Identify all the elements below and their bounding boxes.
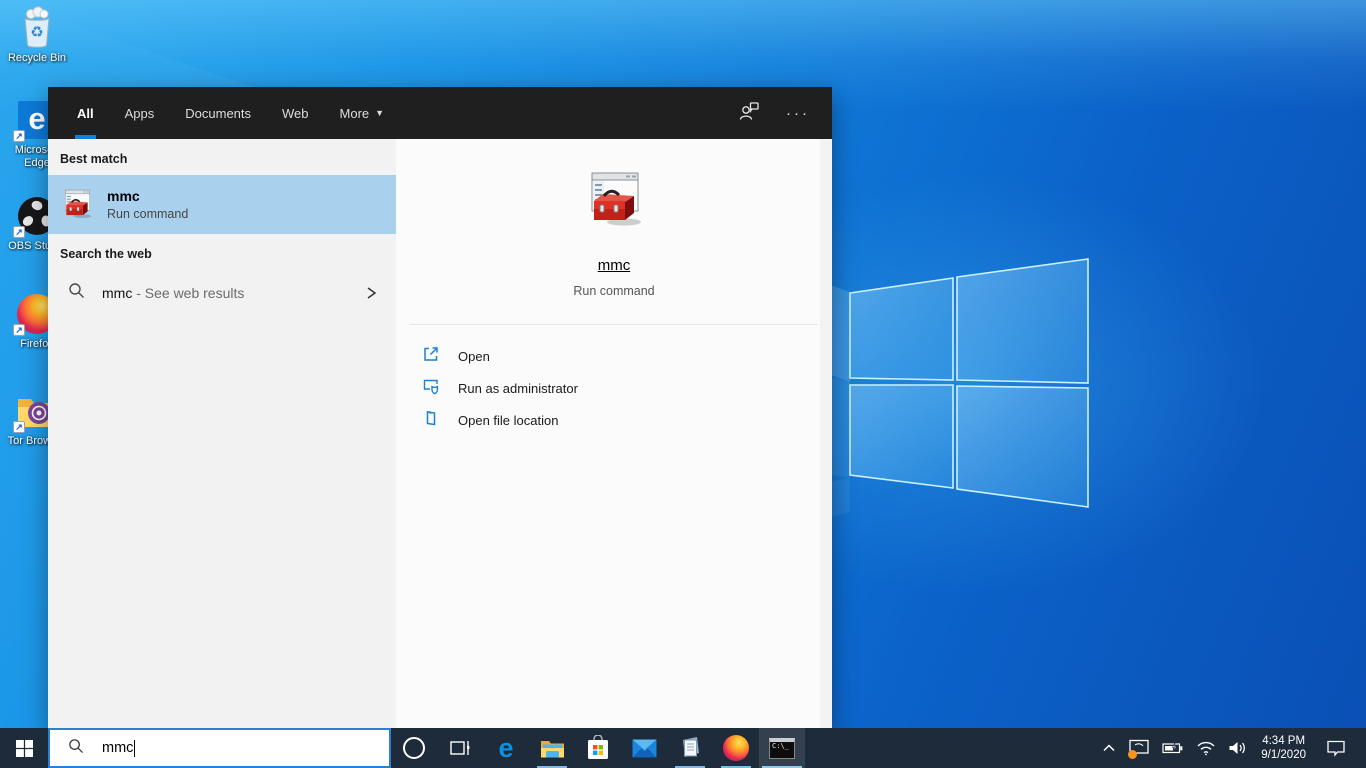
speaker-icon (1229, 742, 1246, 754)
best-match-subtitle: Run command (107, 207, 189, 221)
preview-subtitle: Run command (573, 284, 655, 298)
recycle-bin-icon: ♻ (5, 6, 69, 50)
chevron-right-icon[interactable] (364, 284, 378, 302)
best-match-section-label: Best match (60, 152, 128, 166)
text-caret (134, 739, 136, 757)
action-center-button[interactable] (1314, 728, 1358, 768)
scrollbar-track[interactable] (820, 139, 832, 728)
cortana-icon (403, 737, 425, 759)
file-explorer-icon (540, 740, 564, 757)
mmc-app-icon-large (582, 169, 646, 233)
more-options-icon[interactable]: ··· (786, 105, 810, 122)
tray-show-hidden-icons[interactable] (1096, 728, 1122, 768)
firefox-icon (723, 735, 749, 761)
web-search-suffix: - See web results (136, 285, 245, 301)
best-match-result-mmc[interactable]: mmc Run command (48, 175, 396, 234)
web-search-query: mmc (102, 285, 133, 301)
clock-time: 4:34 PM (1262, 735, 1306, 747)
taskbar-clock[interactable]: 4:34 PM 9/1/2020 (1253, 734, 1314, 762)
search-results-list: Best match mmc Run command Search the we… (48, 139, 396, 728)
taskbar-search-box[interactable]: mmc (48, 728, 391, 768)
search-input-value: mmc (102, 740, 134, 756)
desktop-icon-label: Recycle Bin (7, 52, 67, 64)
tab-documents[interactable]: Documents (183, 87, 253, 139)
user-account-icon[interactable] (738, 101, 760, 126)
tab-web[interactable]: Web (280, 87, 311, 139)
battery-charging-icon (1162, 742, 1183, 754)
tab-more[interactable]: More ▼ (338, 87, 387, 139)
desktop-screen: ♻ Recycle Bin e ↗ Microsoft Edge ↗ OBS S… (0, 0, 1366, 768)
desktop-icon-recycle-bin[interactable]: ♻ Recycle Bin (5, 6, 69, 65)
action-open-file-location[interactable]: Open file location (422, 404, 832, 436)
shortcut-arrow-icon: ↗ (13, 324, 25, 336)
action-run-as-administrator[interactable]: Run as administrator (422, 372, 832, 404)
mmc-app-icon (60, 188, 94, 222)
windows-logo-icon (15, 739, 33, 757)
tray-wifi-icon[interactable] (1190, 728, 1222, 768)
start-search-panel: All Apps Documents Web More ▼ ··· Best m… (48, 87, 832, 728)
wifi-icon (1197, 741, 1215, 756)
search-filter-tabs: All Apps Documents Web More ▼ (75, 87, 386, 139)
svg-text:♻: ♻ (30, 24, 43, 41)
start-button[interactable] (0, 728, 48, 768)
result-preview-pane: mmc Run command Open Run as administrato… (396, 139, 832, 728)
taskbar-mail[interactable] (621, 728, 667, 768)
tray-cast-icon[interactable] (1122, 728, 1156, 768)
tray-volume-icon[interactable] (1222, 728, 1253, 768)
tab-all[interactable]: All (75, 87, 96, 139)
taskbar-firefox[interactable] (713, 728, 759, 768)
chevron-up-icon (1103, 744, 1115, 752)
web-search-result[interactable]: mmc - See web results (48, 270, 396, 316)
best-match-title: mmc (107, 188, 140, 204)
search-icon (68, 738, 84, 759)
preview-title-link[interactable]: mmc (598, 257, 631, 274)
tray-battery-icon[interactable] (1156, 728, 1190, 768)
taskbar-command-prompt[interactable]: C:\_ (759, 728, 805, 768)
open-new-window-icon (422, 345, 440, 368)
shortcut-arrow-icon: ↗ (13, 130, 25, 142)
mail-icon (632, 739, 656, 757)
edge-icon: e (498, 733, 514, 763)
action-open[interactable]: Open (422, 340, 832, 372)
shortcut-arrow-icon: ↗ (13, 226, 25, 238)
taskbar-edge[interactable]: e (483, 728, 529, 768)
clock-date: 9/1/2020 (1261, 749, 1306, 761)
taskbar-store[interactable] (575, 728, 621, 768)
search-web-section-label: Search the web (60, 247, 152, 261)
action-center-icon (1327, 740, 1345, 757)
tab-apps[interactable]: Apps (123, 87, 157, 139)
task-view-icon (450, 741, 470, 755)
search-icon (68, 282, 85, 304)
task-view-button[interactable] (437, 728, 483, 768)
microsoft-store-icon (588, 735, 608, 759)
search-tabs-header: All Apps Documents Web More ▼ ··· (48, 87, 832, 139)
admin-shield-icon (422, 377, 440, 400)
folder-location-icon (422, 409, 440, 432)
notepad-icon (683, 737, 699, 757)
shortcut-arrow-icon: ↗ (13, 421, 25, 433)
context-actions: Open Run as administrator Open file loca… (396, 325, 832, 436)
system-tray: 4:34 PM 9/1/2020 (1096, 728, 1366, 768)
taskbar-file-explorer[interactable] (529, 728, 575, 768)
taskbar: mmc e C:\_ 4:34 PM 9/1/2020 (0, 728, 1366, 768)
cortana-button[interactable] (391, 728, 437, 768)
taskbar-notepad[interactable] (667, 728, 713, 768)
chevron-down-icon: ▼ (375, 108, 385, 118)
command-prompt-icon: C:\_ (769, 737, 795, 759)
